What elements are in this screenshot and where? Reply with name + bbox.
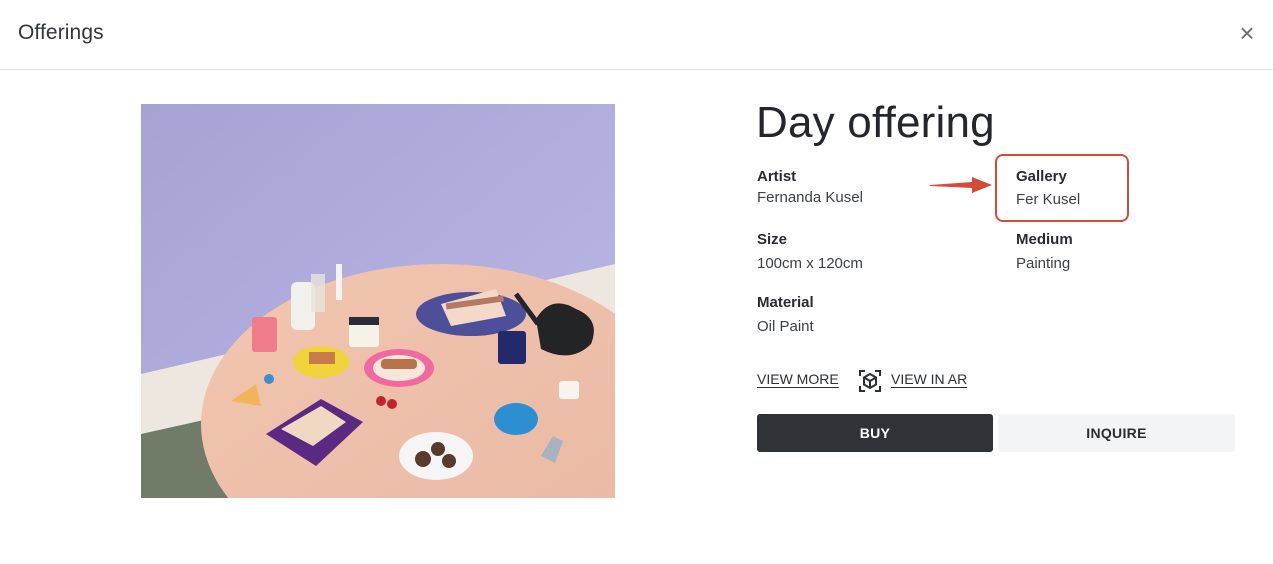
close-button[interactable]: ×	[1236, 20, 1258, 46]
inquire-button[interactable]: INQUIRE	[998, 414, 1235, 452]
artist-label: Artist	[757, 168, 797, 185]
ar-cube-icon[interactable]	[857, 368, 883, 394]
size-label: Size	[757, 231, 788, 248]
medium-value: Painting	[1016, 255, 1071, 272]
view-more-link[interactable]: VIEW MORE	[757, 371, 839, 387]
artist-value: Fernanda Kusel	[757, 189, 863, 206]
size-value: 100cm x 120cm	[757, 255, 863, 272]
view-in-ar-link[interactable]: VIEW IN AR	[891, 371, 967, 387]
artwork-painting	[141, 104, 615, 498]
artwork-title: Day offering	[756, 98, 995, 147]
highlight-box	[995, 154, 1129, 222]
modal-title: Offerings	[18, 21, 104, 44]
medium-label: Medium	[1016, 231, 1073, 248]
material-label: Material	[757, 294, 814, 311]
artwork-image[interactable]	[141, 104, 615, 498]
modal-header: Offerings ×	[0, 0, 1273, 70]
material-value: Oil Paint	[757, 318, 814, 335]
buy-button[interactable]: BUY	[757, 414, 993, 452]
pointer-arrow-icon	[930, 177, 992, 193]
